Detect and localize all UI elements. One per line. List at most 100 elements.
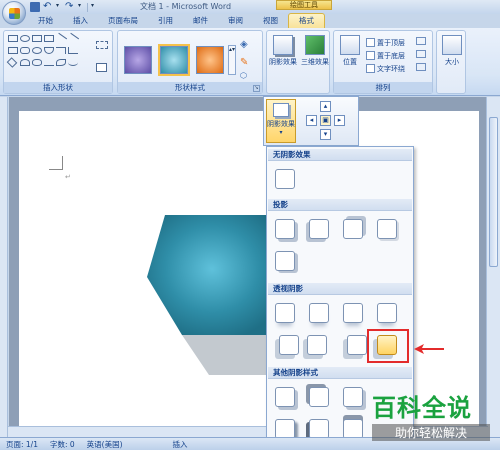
tab-review[interactable]: 审阅 bbox=[218, 14, 253, 28]
status-language[interactable]: 英语(美国) bbox=[87, 439, 123, 450]
styles-scroll[interactable]: ▴▾ bbox=[228, 45, 236, 75]
red-arrow-icon bbox=[414, 344, 444, 354]
tab-home[interactable]: 开始 bbox=[28, 14, 63, 28]
other-shadow-6[interactable] bbox=[343, 419, 363, 439]
perspective-shadow-2[interactable] bbox=[309, 303, 329, 323]
status-mode[interactable]: 插入 bbox=[173, 439, 188, 450]
other-shadow-2[interactable] bbox=[309, 387, 329, 407]
tab-page-layout[interactable]: 页面布局 bbox=[98, 14, 148, 28]
other-shadow-4[interactable] bbox=[275, 419, 295, 439]
undo-dropdown-icon[interactable]: ▾ bbox=[56, 2, 62, 12]
office-logo-icon bbox=[9, 8, 20, 19]
margin-corner-mark bbox=[49, 156, 63, 170]
watermark-slogan: 助你轻松解决 bbox=[372, 424, 490, 441]
shape-circle-icon[interactable] bbox=[32, 47, 42, 54]
style-teal[interactable] bbox=[160, 46, 188, 74]
shape-vertical-textbox-icon[interactable] bbox=[44, 35, 54, 42]
shape-cloud-icon[interactable] bbox=[32, 59, 42, 66]
textbox-icon[interactable] bbox=[96, 63, 107, 72]
other-shadow-1[interactable] bbox=[275, 387, 295, 407]
perspective-shadow-1[interactable] bbox=[275, 303, 295, 323]
other-shadow-3[interactable] bbox=[343, 387, 363, 407]
shape-pentagon-icon[interactable] bbox=[20, 59, 30, 66]
shape-fill-icon[interactable]: ◈ bbox=[240, 39, 248, 50]
shape-oval-icon[interactable] bbox=[20, 35, 30, 42]
nudge-down-icon[interactable]: ▾ bbox=[320, 129, 331, 140]
shape-scribble-icon[interactable] bbox=[68, 59, 78, 66]
shape-rect-icon[interactable] bbox=[8, 35, 18, 42]
send-to-back-icon bbox=[366, 51, 375, 60]
style-purple[interactable] bbox=[124, 46, 152, 74]
shape-connector-icon[interactable] bbox=[56, 47, 66, 54]
other-shadow-5[interactable] bbox=[309, 419, 329, 439]
tab-view[interactable]: 视图 bbox=[253, 14, 288, 28]
undo-icon[interactable] bbox=[43, 2, 53, 12]
shape-diamond-icon[interactable] bbox=[6, 57, 18, 68]
shape-curve-icon[interactable] bbox=[44, 59, 54, 66]
shape-rounded-rect-icon[interactable] bbox=[20, 47, 30, 54]
tab-format[interactable]: 格式 bbox=[288, 13, 325, 28]
group-objects-icon[interactable] bbox=[416, 50, 426, 58]
perspective-shadow-4[interactable] bbox=[377, 303, 397, 323]
style-orange[interactable] bbox=[196, 46, 224, 74]
shadow-toggle-icon[interactable]: ▣ bbox=[320, 115, 331, 126]
drop-shadow-1[interactable] bbox=[275, 219, 295, 239]
shape-textbox-icon[interactable] bbox=[32, 35, 42, 42]
perspective-shadow-7[interactable] bbox=[347, 335, 367, 355]
paragraph-mark: ↵ bbox=[65, 173, 71, 181]
tab-mailings[interactable]: 邮件 bbox=[183, 14, 218, 28]
rotate-icon[interactable] bbox=[416, 63, 426, 71]
vertical-scrollbar[interactable] bbox=[486, 97, 500, 437]
no-shadow-option[interactable] bbox=[275, 169, 295, 189]
group-label-shape-styles: 形状样式 bbox=[118, 82, 262, 93]
nudge-left-icon[interactable]: ◂ bbox=[306, 115, 317, 126]
shapes-gallery[interactable] bbox=[6, 32, 90, 71]
tab-insert[interactable]: 插入 bbox=[63, 14, 98, 28]
status-page[interactable]: 页面: 1/1 bbox=[6, 439, 38, 450]
shape-arrow-icon[interactable] bbox=[66, 32, 80, 45]
shape-freeform-icon[interactable] bbox=[56, 59, 66, 66]
nudge-right-icon[interactable]: ▸ bbox=[334, 115, 345, 126]
perspective-shadow-3[interactable] bbox=[343, 303, 363, 323]
drop-shadow-4[interactable] bbox=[377, 219, 397, 239]
text-wrapping-button[interactable]: 文字环绕 bbox=[366, 63, 405, 74]
save-icon[interactable] bbox=[30, 2, 40, 12]
shadow-effects-label: 阴影效果 bbox=[269, 58, 297, 66]
redo-icon[interactable] bbox=[65, 2, 75, 12]
shadow-effects-button[interactable]: 阴影效果 bbox=[269, 35, 297, 67]
shape-line-icon[interactable] bbox=[54, 32, 68, 45]
group-label-insert-shapes: 插入形状 bbox=[4, 82, 112, 93]
tab-references[interactable]: 引用 bbox=[148, 14, 183, 28]
3d-effects-button[interactable]: 三维效果 bbox=[301, 35, 329, 67]
customize-qat-icon[interactable]: ▾ bbox=[91, 2, 97, 12]
size-button[interactable]: 大小 bbox=[438, 35, 466, 67]
group-insert-shapes: 插入形状 bbox=[3, 30, 113, 94]
drop-shadow-3[interactable] bbox=[343, 219, 363, 239]
bring-to-front-icon bbox=[366, 38, 375, 47]
drop-shadow-2[interactable] bbox=[309, 219, 329, 239]
perspective-shadow-6[interactable] bbox=[307, 335, 327, 355]
dialog-launcher-icon[interactable]: ↘ bbox=[253, 85, 260, 92]
edit-shape-icon[interactable] bbox=[96, 41, 108, 49]
3d-effects-icon bbox=[305, 35, 325, 55]
send-to-back-button[interactable]: 置于底层 bbox=[366, 50, 405, 61]
status-words[interactable]: 字数: 0 bbox=[50, 439, 75, 450]
position-button[interactable]: 位置 bbox=[336, 35, 364, 67]
shadow-effects-split-button[interactable]: 阴影效果 ▾ bbox=[266, 99, 296, 143]
perspective-shadow-5[interactable] bbox=[279, 335, 299, 355]
shape-arc-icon[interactable] bbox=[44, 47, 54, 54]
shadow-effects-popup-label: 阴影效果 bbox=[267, 120, 295, 128]
drop-shadow-5[interactable] bbox=[275, 251, 295, 271]
shape-outline-icon[interactable]: ✎ bbox=[240, 57, 248, 68]
change-shape-icon[interactable]: ⬡ bbox=[240, 71, 247, 80]
shadow-effects-icon bbox=[273, 35, 293, 55]
bring-to-front-button[interactable]: 置于顶层 bbox=[366, 37, 405, 48]
office-button[interactable] bbox=[2, 1, 26, 25]
shape-elbow-icon[interactable] bbox=[68, 47, 78, 54]
nudge-up-icon[interactable]: ▴ bbox=[320, 101, 331, 112]
align-icon[interactable] bbox=[416, 37, 426, 45]
shape-rect2-icon[interactable] bbox=[8, 47, 18, 54]
scroll-thumb[interactable] bbox=[489, 117, 498, 267]
shadow-effects-popup-button: 阴影效果 ▾ ▴ ◂ ▣ ▸ ▾ bbox=[263, 96, 359, 146]
redo-dropdown-icon[interactable]: ▾ bbox=[78, 2, 84, 12]
